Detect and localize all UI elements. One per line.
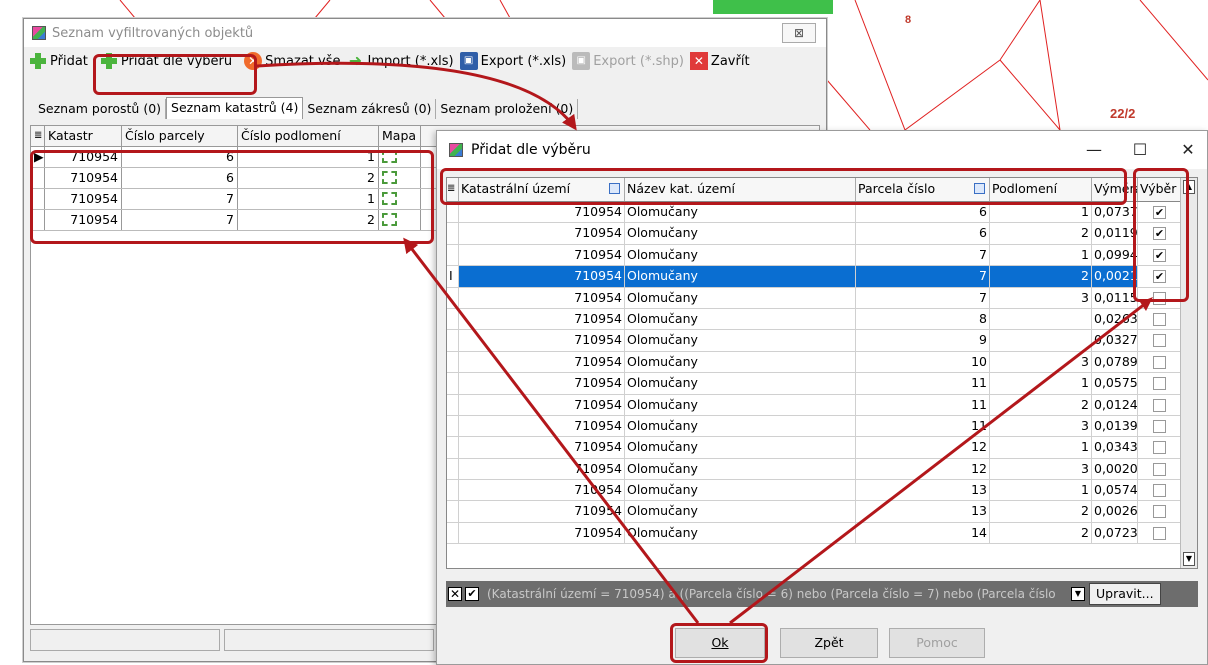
annotation-arrows [256,61,1153,625]
